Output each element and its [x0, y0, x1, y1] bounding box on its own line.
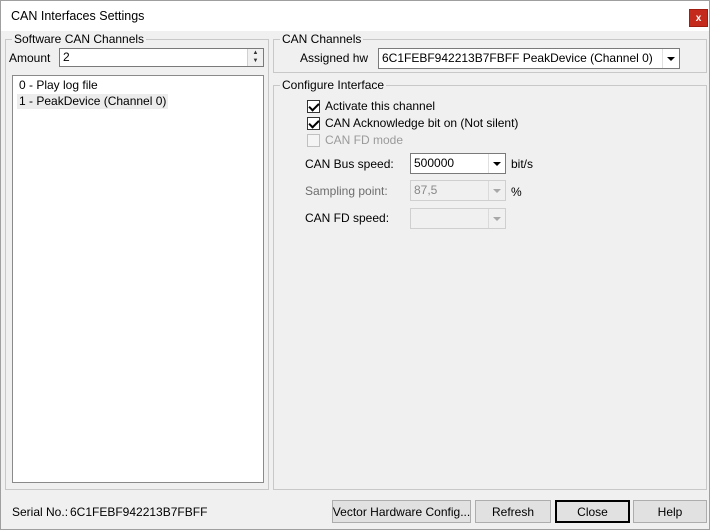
activate-channel-label: Activate this channel: [325, 99, 436, 113]
can-bus-speed-unit: bit/s: [511, 157, 534, 171]
refresh-label: Refresh: [491, 504, 535, 519]
can-fd-speed-label: CAN FD speed:: [305, 211, 390, 225]
activate-channel-checkbox[interactable]: Activate this channel: [307, 98, 435, 114]
close-button[interactable]: Close: [555, 500, 630, 523]
close-window-button[interactable]: x: [689, 9, 708, 27]
software-can-channels-group: Software CAN Channels Amount 2 ▲ ▼ 0 - P…: [5, 32, 269, 490]
chevron-down-icon: [488, 181, 505, 200]
software-can-channels-legend: Software CAN Channels: [12, 32, 147, 46]
chevron-down-icon[interactable]: [662, 49, 679, 68]
can-channels-group: CAN Channels Assigned hw 6C1FEBF942213B7…: [273, 32, 707, 73]
chevron-down-icon[interactable]: [488, 154, 505, 173]
chevron-down-icon: [488, 209, 505, 228]
close-icon: x: [695, 12, 702, 24]
can-fd-mode-label: CAN FD mode: [325, 133, 404, 147]
assigned-hw-value: 6C1FEBF942213B7FBFF PeakDevice (Channel …: [382, 51, 653, 65]
spin-down-icon[interactable]: ▼: [248, 57, 263, 65]
window-title: CAN Interfaces Settings: [11, 9, 145, 23]
help-button[interactable]: Help: [633, 500, 707, 523]
amount-label: Amount: [9, 51, 51, 65]
serial-value: 6C1FEBF942213B7FBFF: [70, 505, 208, 519]
checkbox-unchecked-icon: [307, 133, 320, 147]
refresh-button[interactable]: Refresh: [475, 500, 551, 523]
sampling-point-value: 87,5: [414, 183, 438, 197]
assigned-hw-label: Assigned hw: [300, 51, 369, 65]
checkbox-checked-icon[interactable]: [307, 99, 320, 113]
amount-spinbox[interactable]: 2 ▲ ▼: [59, 48, 264, 67]
can-fd-speed-select: [410, 208, 506, 229]
can-bus-speed-label: CAN Bus speed:: [305, 157, 394, 171]
checkbox-checked-icon[interactable]: [307, 116, 320, 130]
can-ack-checkbox[interactable]: CAN Acknowledge bit on (Not silent): [307, 115, 518, 131]
amount-value: 2: [63, 50, 70, 64]
close-label: Close: [577, 504, 608, 519]
spin-up-icon[interactable]: ▲: [248, 49, 263, 57]
sampling-point-select: 87,5: [410, 180, 506, 201]
assigned-hw-select[interactable]: 6C1FEBF942213B7FBFF PeakDevice (Channel …: [378, 48, 680, 69]
can-bus-speed-select[interactable]: 500000: [410, 153, 506, 174]
serial-label: Serial No.:: [12, 505, 69, 519]
vector-hardware-config-button[interactable]: Vector Hardware Config...: [332, 500, 471, 523]
list-item[interactable]: 0 - Play log file: [17, 78, 100, 93]
configure-interface-group: Configure Interface Activate this channe…: [273, 78, 707, 490]
can-interfaces-settings-window: CAN Interfaces Settings x Software CAN C…: [0, 0, 710, 530]
can-ack-label: CAN Acknowledge bit on (Not silent): [325, 116, 519, 130]
amount-spinner[interactable]: ▲ ▼: [247, 49, 263, 66]
can-bus-speed-value: 500000: [414, 156, 455, 170]
title-bar: CAN Interfaces Settings x: [1, 1, 709, 31]
help-label: Help: [657, 504, 683, 519]
configure-interface-legend: Configure Interface: [280, 78, 387, 92]
software-channels-list[interactable]: 0 - Play log file 1 - PeakDevice (Channe…: [12, 75, 264, 483]
can-fd-mode-checkbox: CAN FD mode: [307, 132, 403, 148]
sampling-point-unit: %: [511, 185, 522, 199]
sampling-point-label: Sampling point:: [305, 184, 388, 198]
can-channels-legend: CAN Channels: [280, 32, 364, 46]
list-item[interactable]: 1 - PeakDevice (Channel 0): [17, 94, 169, 109]
vector-hardware-config-label: Vector Hardware Config...: [332, 504, 471, 519]
